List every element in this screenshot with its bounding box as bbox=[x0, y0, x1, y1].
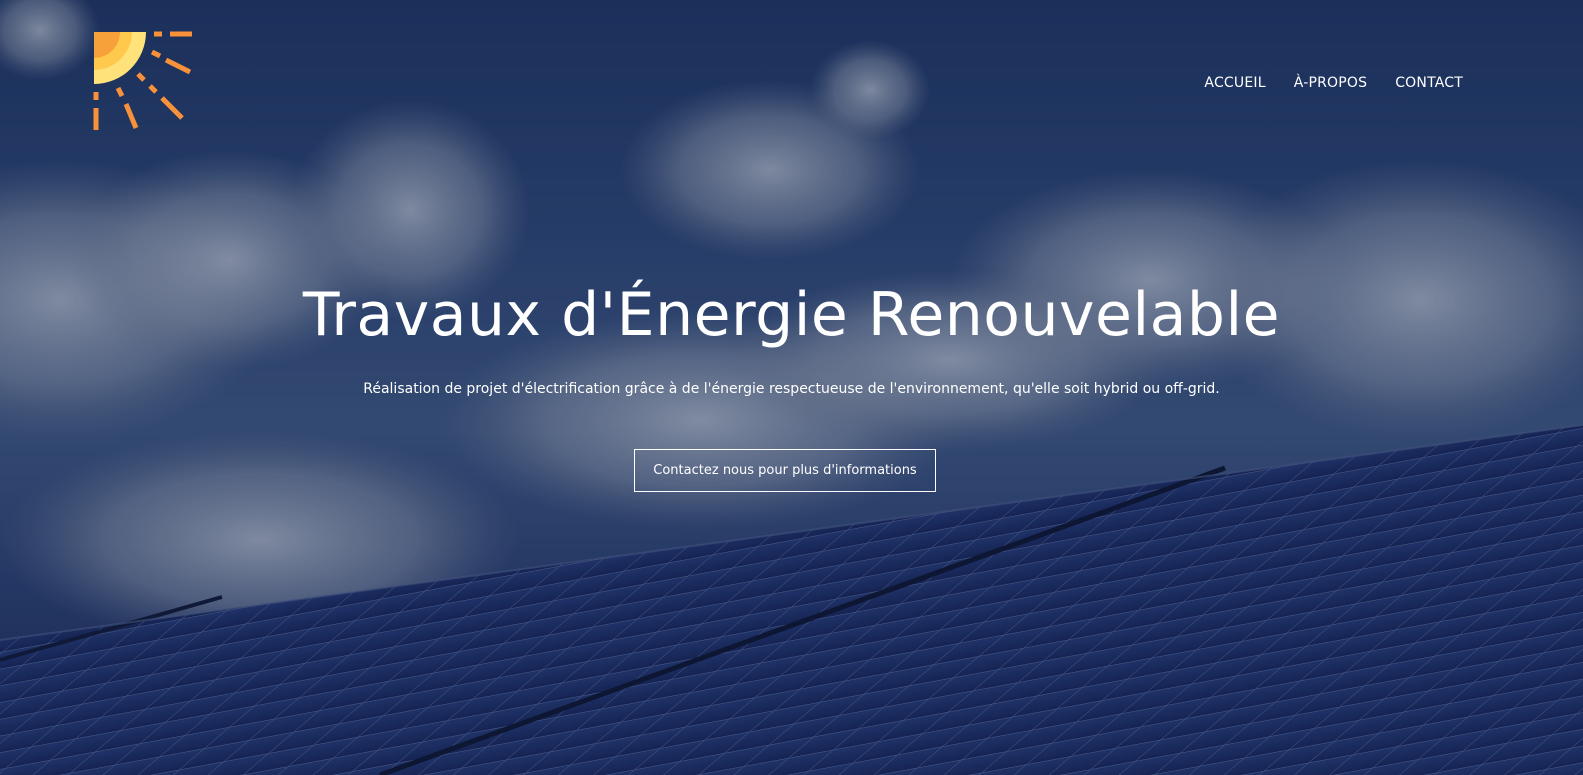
nav-a-propos[interactable]: À-PROPOS bbox=[1294, 75, 1367, 91]
hero-subtitle: Réalisation de projet d'électrification … bbox=[363, 381, 1220, 397]
main-nav: ACCUEIL À-PROPOS CONTACT bbox=[1204, 75, 1463, 91]
nav-contact[interactable]: CONTACT bbox=[1395, 75, 1463, 91]
hero-title: Travaux d'Énergie Renouvelable bbox=[302, 280, 1281, 350]
nav-accueil[interactable]: ACCUEIL bbox=[1204, 75, 1265, 91]
sun-logo-icon[interactable] bbox=[92, 30, 196, 134]
contact-cta-button[interactable]: Contactez nous pour plus d'informations bbox=[634, 449, 936, 492]
hero-section: ACCUEIL À-PROPOS CONTACT Travaux d'Énerg… bbox=[0, 0, 1583, 775]
